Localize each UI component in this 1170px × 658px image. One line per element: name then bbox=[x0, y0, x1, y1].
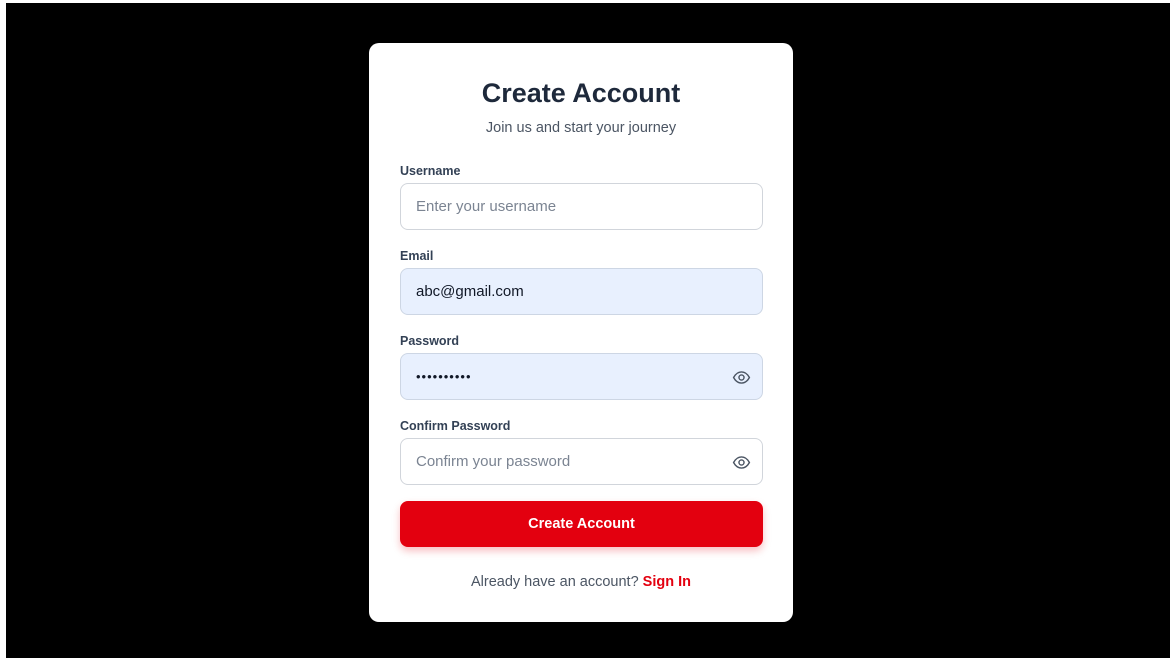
eye-icon[interactable] bbox=[732, 368, 751, 387]
eye-icon[interactable] bbox=[732, 453, 751, 472]
page-title: Create Account bbox=[481, 78, 681, 108]
page-background: Create Account Join us and start your jo… bbox=[6, 3, 1170, 658]
email-label: Email bbox=[400, 249, 434, 263]
password-label: Password bbox=[400, 334, 460, 348]
password-input[interactable] bbox=[401, 354, 762, 399]
signup-card: Create Account Join us and start your jo… bbox=[369, 43, 793, 622]
sign-in-link[interactable]: Sign In bbox=[643, 574, 691, 590]
create-account-button[interactable]: Create Account bbox=[400, 501, 763, 547]
username-input[interactable] bbox=[401, 184, 762, 229]
email-field-container bbox=[400, 268, 763, 315]
signin-prompt-text: Already have an account? bbox=[470, 574, 639, 590]
confirm-password-input[interactable] bbox=[401, 439, 762, 484]
password-field-container bbox=[400, 353, 763, 400]
username-label: Username bbox=[400, 164, 461, 178]
confirm-password-field-container bbox=[400, 438, 763, 485]
email-input[interactable] bbox=[401, 269, 762, 314]
signin-prompt: Already have an account? Sign In bbox=[369, 573, 793, 591]
username-field-container bbox=[400, 183, 763, 230]
confirm-password-label: Confirm Password bbox=[400, 419, 511, 433]
page-subtitle: Join us and start your journey bbox=[485, 120, 677, 136]
